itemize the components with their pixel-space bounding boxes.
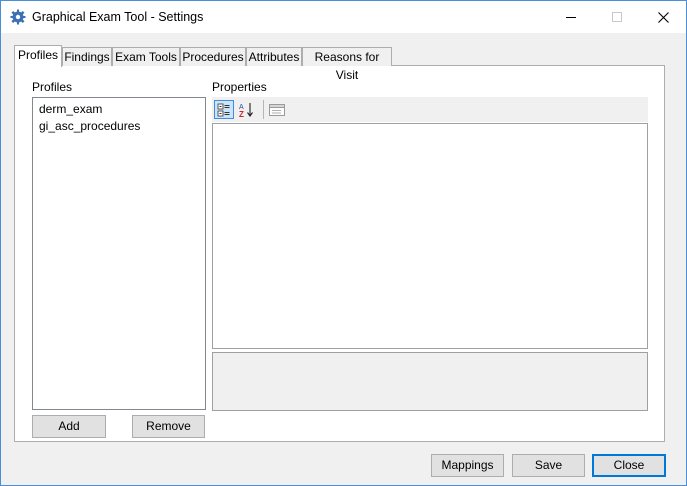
title-bar[interactable]: Graphical Exam Tool - Settings: [1, 1, 686, 33]
close-button[interactable]: Close: [592, 454, 666, 477]
property-pages-icon: [269, 103, 285, 116]
tab-procedures[interactable]: Procedures: [180, 47, 246, 66]
window-title: Graphical Exam Tool - Settings: [32, 10, 204, 24]
list-item[interactable]: derm_exam: [39, 102, 102, 116]
tab-profiles[interactable]: Profiles: [14, 45, 62, 67]
minimize-icon: [566, 17, 576, 18]
settings-window: Graphical Exam Tool - Settings Profiles …: [0, 0, 687, 486]
maximize-button[interactable]: [594, 1, 640, 33]
close-icon: [657, 11, 669, 23]
tab-attributes[interactable]: Attributes: [246, 47, 302, 66]
add-profile-button[interactable]: Add: [32, 415, 106, 438]
remove-profile-button[interactable]: Remove: [132, 415, 205, 438]
categorized-icon: [217, 103, 230, 116]
tab-findings[interactable]: Findings: [62, 47, 112, 66]
svg-text:Z: Z: [239, 110, 244, 118]
profiles-list[interactable]: derm_exam gi_asc_procedures: [32, 97, 206, 410]
close-window-button[interactable]: [640, 1, 686, 33]
property-grid-toolbar: A Z: [212, 97, 648, 122]
tab-reasons-for-visit[interactable]: Reasons for Visit: [302, 47, 392, 82]
property-description-pane: [212, 352, 648, 411]
toolbar-separator: [263, 100, 264, 119]
save-button[interactable]: Save: [512, 454, 585, 477]
property-grid[interactable]: [212, 123, 648, 349]
settings-gear-icon: [10, 9, 26, 25]
properties-label: Properties: [212, 80, 267, 94]
mappings-button[interactable]: Mappings: [431, 454, 504, 477]
property-pages-button[interactable]: [267, 100, 287, 119]
profiles-label: Profiles: [32, 80, 73, 94]
minimize-button[interactable]: [548, 1, 594, 33]
categorized-button[interactable]: [214, 100, 234, 119]
tab-exam-tools[interactable]: Exam Tools: [112, 47, 180, 66]
maximize-icon: [612, 12, 622, 22]
alphabetical-button[interactable]: A Z: [236, 100, 256, 119]
alphabetical-sort-icon: A Z: [239, 102, 253, 118]
list-item[interactable]: gi_asc_procedures: [39, 119, 140, 133]
